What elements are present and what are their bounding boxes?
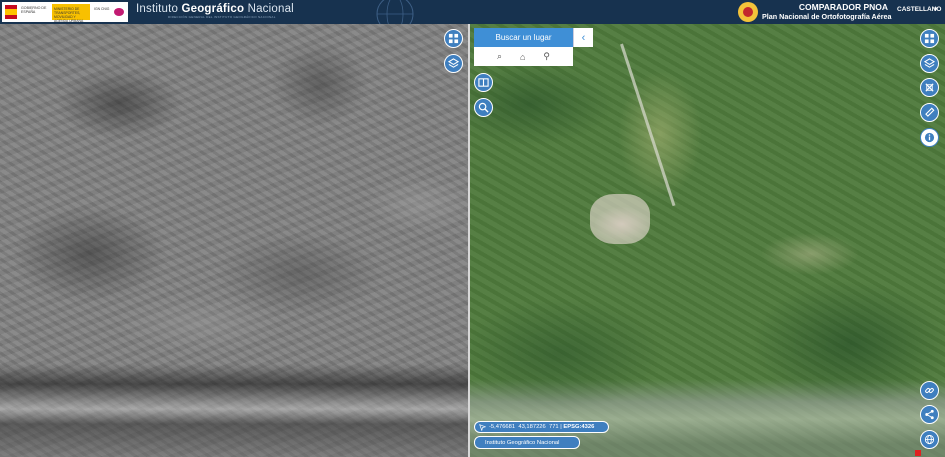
- ministry-band-text: MINISTERIO DE TRANSPORTES, MOVILIDAD Y A…: [54, 7, 84, 23]
- attribution-bar[interactable]: Instituto Geográfico Nacional: [474, 436, 580, 449]
- compare-grid-icon: [924, 33, 935, 44]
- crosshair-button[interactable]: [920, 78, 939, 97]
- ign-title[interactable]: Instituto Geográfico Nacional: [136, 3, 294, 15]
- zoom-button[interactable]: [474, 98, 493, 117]
- app-title: COMPARADOR PNOA: [798, 2, 888, 12]
- map-village: [590, 194, 650, 244]
- share-button[interactable]: [920, 405, 939, 424]
- pnoa-title: COMPARADOR PNOA Plan Nacional de Ortofot…: [762, 2, 892, 21]
- measure-button[interactable]: [920, 103, 939, 122]
- layers-icon: [924, 58, 935, 68]
- share-icon: [925, 409, 934, 420]
- search-panel: Buscar un lugar ⌕ ⌂ ⚲: [474, 28, 573, 66]
- agency-text: IGN CNIG: [94, 7, 110, 11]
- current-map-panel[interactable]: [470, 24, 945, 457]
- location-icon[interactable]: ⚲: [543, 51, 550, 62]
- collapse-search-button[interactable]: ‹: [573, 28, 593, 47]
- ministry-band: MINISTERIO DE TRANSPORTES, MOVILIDAD Y A…: [52, 4, 90, 23]
- pnoa-logo-icon: [738, 2, 758, 22]
- app-header: GOBIERNO DE ESPAÑA MINISTERIO DE TRANSPO…: [0, 0, 945, 24]
- longitude-value: -5,476681: [489, 424, 516, 430]
- globe-button[interactable]: [920, 430, 939, 449]
- ign-title-suffix: Nacional: [244, 3, 294, 15]
- ign-subtitle: DIRECCIÓN GENERAL DEL INSTITUTO GEOGRÁFI…: [168, 15, 276, 19]
- spain-flag-icon: [5, 5, 17, 19]
- crs-value[interactable]: EPSG:4326: [563, 424, 594, 430]
- link-icon: [925, 387, 934, 394]
- status-marker: [915, 450, 921, 456]
- home-search-icon[interactable]: ⌂: [520, 52, 525, 62]
- chevron-down-icon[interactable]: ▾: [934, 5, 938, 13]
- pointer-icon: [479, 423, 486, 431]
- crosshair-icon: [925, 83, 934, 92]
- map-road: [620, 43, 676, 207]
- search-place-button[interactable]: Buscar un lugar: [474, 28, 573, 47]
- search-tools: ⌕ ⌂ ⚲: [474, 47, 573, 66]
- measure-ruler-icon: [925, 107, 935, 117]
- ministry-text: GOBIERNO DE ESPAÑA: [21, 6, 47, 14]
- layer-switch-icon: [478, 78, 489, 87]
- coordinates-bar[interactable]: -5,476681 43,187226 771 | EPSG:4326: [474, 421, 609, 433]
- zoom-search-icon[interactable]: ⌕: [497, 51, 502, 62]
- left-layers-button[interactable]: [444, 54, 463, 73]
- scale-value: 771: [548, 424, 559, 430]
- ign-title-bold: Geográfico: [181, 3, 245, 15]
- info-icon: [924, 132, 935, 143]
- cnig-logo-icon: [114, 8, 124, 16]
- zoom-icon: [478, 102, 489, 113]
- compare-grid-icon: [448, 33, 459, 44]
- latitude-value: 43,187226: [518, 424, 546, 430]
- left-compare-grid-button[interactable]: [444, 29, 463, 48]
- globe-icon: [924, 434, 935, 445]
- layer-switch-button[interactable]: [474, 73, 493, 92]
- globe-decoration-icon: [376, 0, 414, 24]
- app-subtitle: Plan Nacional de Ortofotografía Aérea: [762, 12, 892, 21]
- right-layers-button[interactable]: [920, 54, 939, 73]
- historical-map-panel[interactable]: [0, 24, 468, 457]
- link-button[interactable]: [920, 381, 939, 400]
- ign-title-prefix: Instituto: [136, 3, 182, 15]
- layers-icon: [448, 58, 459, 68]
- right-compare-grid-button[interactable]: [920, 29, 939, 48]
- info-button[interactable]: [920, 128, 939, 147]
- government-logo[interactable]: GOBIERNO DE ESPAÑA MINISTERIO DE TRANSPO…: [2, 2, 128, 23]
